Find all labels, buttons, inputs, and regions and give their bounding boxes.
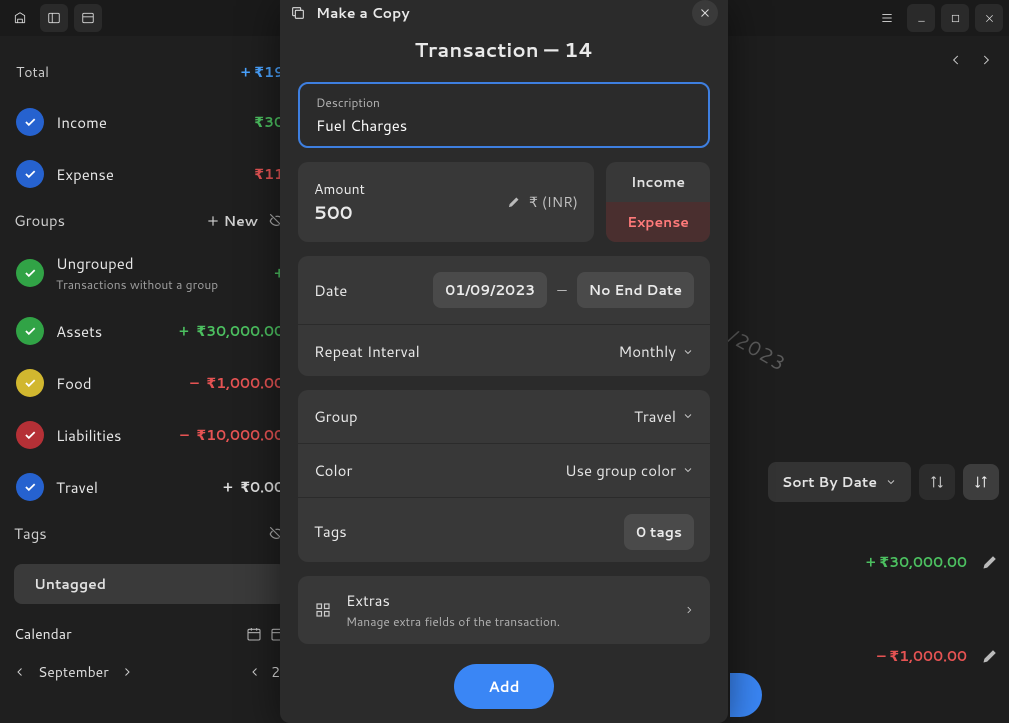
group-dropdown[interactable]: Travel — [634, 406, 694, 427]
chevron-right-icon — [684, 603, 694, 617]
end-date-button[interactable]: No End Date — [577, 272, 694, 308]
dialog-heading: Transaction — 14 — [280, 26, 728, 82]
color-dropdown[interactable]: Use group color — [565, 460, 694, 481]
date-row: Date 01/09/2023 — No End Date — [298, 256, 710, 324]
color-label: Color — [314, 460, 555, 481]
make-copy-dialog: Make a Copy Transaction — 14 Description… — [280, 0, 728, 723]
repeat-row[interactable]: Repeat Interval Monthly — [298, 324, 710, 376]
extras-row[interactable]: Extras Manage extra fields of the transa… — [298, 576, 710, 644]
segment-income[interactable]: Income — [606, 162, 710, 202]
dialog-title: Make a Copy — [316, 3, 682, 23]
extras-title: Extras — [346, 590, 670, 611]
date-label: Date — [314, 280, 423, 301]
dialog-titlebar: Make a Copy — [280, 0, 728, 26]
description-label: Description — [316, 94, 692, 111]
segment-expense[interactable]: Expense — [606, 202, 710, 242]
amount-value: 500 — [314, 199, 507, 225]
type-segmented: Income Expense — [606, 162, 710, 242]
add-button[interactable]: Add — [454, 664, 553, 709]
tags-count-button[interactable]: 0 tags — [624, 514, 694, 550]
grid-icon — [314, 601, 332, 619]
copy-icon — [290, 5, 306, 21]
repeat-dropdown[interactable]: Monthly — [618, 341, 694, 362]
amount-field[interactable]: Amount 500 ₹ (INR) — [298, 162, 594, 242]
tags-label: Tags — [314, 521, 614, 542]
chevron-down-icon — [682, 464, 694, 476]
currency-indicator[interactable]: ₹ (INR) — [507, 192, 578, 212]
group-label: Group — [314, 406, 624, 427]
chevron-down-icon — [682, 346, 694, 358]
description-field[interactable]: Description Fuel Charges — [298, 82, 710, 148]
chevron-down-icon — [682, 410, 694, 422]
description-value: Fuel Charges — [316, 115, 692, 136]
edit-icon — [507, 195, 521, 209]
date-range-dash: — — [557, 280, 566, 300]
close-dialog-button[interactable] — [692, 0, 718, 26]
tags-row[interactable]: Tags 0 tags — [298, 497, 710, 562]
group-row[interactable]: Group Travel — [298, 390, 710, 443]
repeat-label: Repeat Interval — [314, 341, 608, 362]
amount-label: Amount — [314, 179, 507, 199]
extras-sub: Manage extra fields of the transaction. — [346, 613, 670, 630]
color-row[interactable]: Color Use group color — [298, 443, 710, 497]
start-date-button[interactable]: 01/09/2023 — [433, 272, 547, 308]
